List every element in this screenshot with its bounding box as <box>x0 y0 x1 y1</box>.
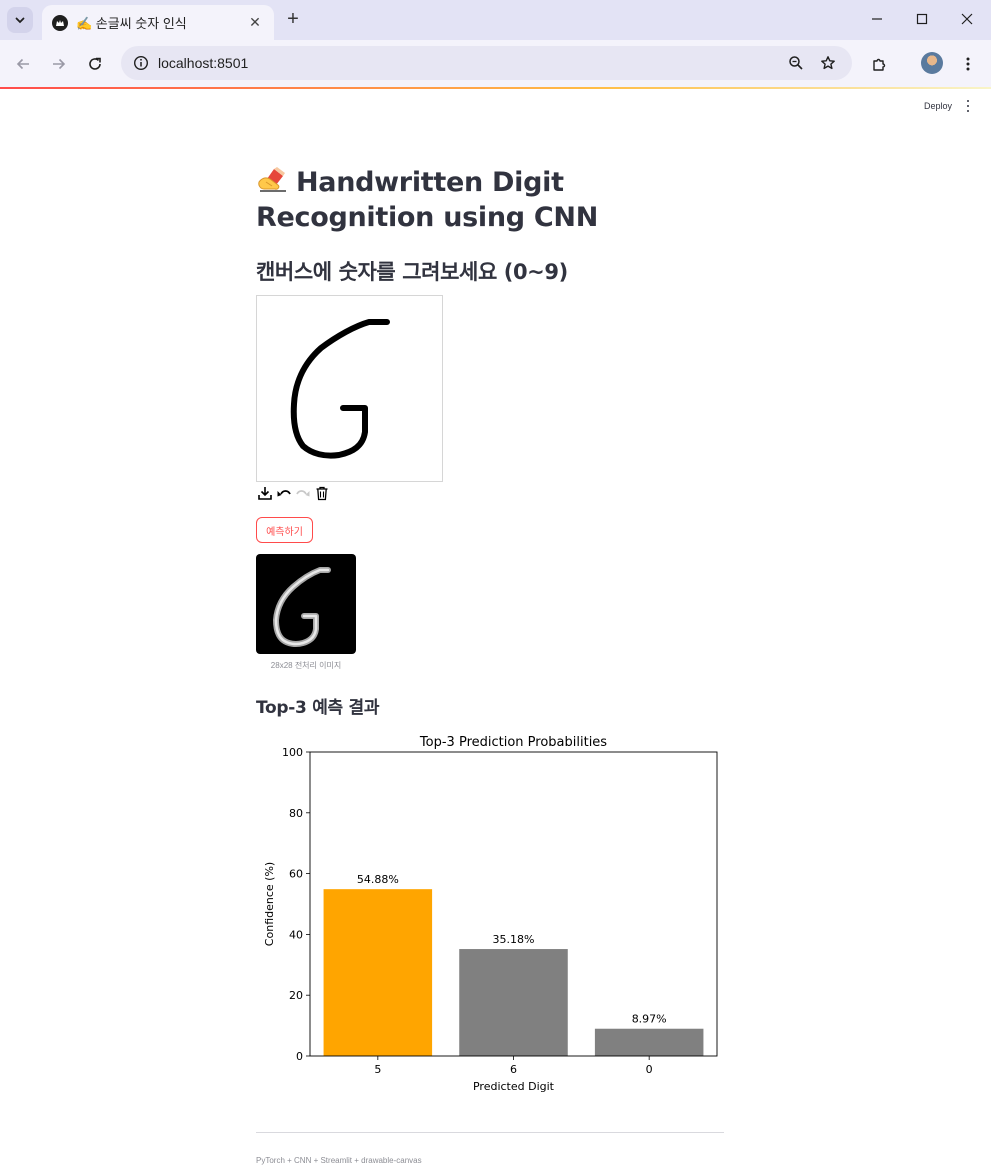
maximize-icon <box>916 13 928 25</box>
image-caption: 28x28 전처리 이미지 <box>270 661 342 670</box>
y-tick-label: 40 <box>289 928 303 941</box>
bar-digit-5 <box>323 889 433 1056</box>
close-window-button[interactable] <box>952 6 982 32</box>
bookmark-star-icon[interactable] <box>816 51 840 75</box>
extensions-button[interactable] <box>865 50 893 78</box>
arrow-left-icon <box>16 58 29 70</box>
page-title: Handwritten Digit Recognition using CNN <box>256 165 726 235</box>
bar-digit-6 <box>459 949 568 1056</box>
y-tick-label: 60 <box>289 868 303 881</box>
drawing-canvas[interactable] <box>256 295 443 482</box>
browser-tab-bar: ✍️ 손글씨 숫자 인식 ✕ + <box>0 0 991 40</box>
bar-value-label: 54.88% <box>357 873 399 886</box>
footer-text: PyTorch + CNN + Streamlit + drawable-can… <box>256 1156 422 1165</box>
footer-divider <box>256 1132 724 1133</box>
x-tick-label: 6 <box>510 1063 517 1076</box>
y-tick-label: 20 <box>289 989 303 1002</box>
address-bar[interactable]: localhost:8501 <box>121 46 852 80</box>
streamlit-favicon-icon <box>52 14 68 31</box>
browser-toolbar: localhost:8501 <box>0 40 991 87</box>
chart-title: Top-3 Prediction Probabilities <box>419 735 607 750</box>
title-text: Handwritten Digit Recognition using CNN <box>256 167 598 233</box>
site-info-icon[interactable] <box>129 51 153 75</box>
y-tick-label: 0 <box>296 1050 303 1063</box>
browser-tab[interactable]: ✍️ 손글씨 숫자 인식 ✕ <box>42 5 274 40</box>
zoom-icon[interactable] <box>784 51 808 75</box>
new-tab-button[interactable]: + <box>282 8 304 30</box>
url-text: localhost:8501 <box>158 55 249 71</box>
preprocessed-image <box>256 554 356 654</box>
y-tick-label: 100 <box>282 746 303 759</box>
prediction-bar-chart: Top-3 Prediction Probabilities 54.88% 5 35.… <box>256 728 726 1096</box>
x-axis-label: Predicted Digit <box>473 1080 555 1093</box>
reload-icon <box>89 57 101 70</box>
browser-menu-button[interactable] <box>954 50 982 78</box>
close-icon <box>961 13 973 25</box>
deploy-button[interactable]: Deploy <box>924 101 952 111</box>
bar-value-label: 35.18% <box>493 933 535 946</box>
app-menu-button[interactable] <box>963 100 973 112</box>
canvas-subheader: 캔버스에 숫자를 그려보세요 (0~9) <box>256 260 568 284</box>
bar-value-label: 8.97% <box>632 1013 667 1026</box>
puzzle-icon <box>873 58 886 71</box>
handwritten-digit-stroke <box>290 319 390 459</box>
minimize-window-button[interactable] <box>862 6 892 32</box>
undo-icon[interactable] <box>275 484 293 502</box>
bar-digit-0 <box>594 1028 704 1056</box>
back-button[interactable] <box>9 50 37 78</box>
profile-avatar[interactable] <box>921 52 943 74</box>
writing-hand-icon <box>258 167 286 192</box>
tab-title: ✍️ 손글씨 숫자 인식 <box>76 16 187 31</box>
trash-icon[interactable] <box>313 484 331 502</box>
chevron-down-icon <box>15 17 25 24</box>
close-tab-icon[interactable]: ✕ <box>246 14 264 31</box>
minimize-icon <box>872 18 882 20</box>
maximize-window-button[interactable] <box>907 6 937 32</box>
download-icon[interactable] <box>256 484 274 502</box>
arrow-right-icon <box>53 58 66 70</box>
x-tick-label: 5 <box>374 1063 381 1076</box>
canvas-toolbar <box>256 484 331 502</box>
forward-button[interactable] <box>45 50 73 78</box>
predict-button[interactable]: 예측하기 <box>256 517 313 543</box>
y-axis-label: Confidence (%) <box>263 862 276 946</box>
results-title: Top-3 예측 결과 <box>256 698 380 718</box>
y-tick-label: 80 <box>289 807 303 820</box>
x-tick-label: 0 <box>646 1063 653 1076</box>
streamlit-decoration-bar <box>0 87 991 89</box>
more-vertical-icon <box>966 57 970 71</box>
reload-button[interactable] <box>81 50 109 78</box>
tab-search-button[interactable] <box>7 7 33 33</box>
redo-icon[interactable] <box>294 484 312 502</box>
